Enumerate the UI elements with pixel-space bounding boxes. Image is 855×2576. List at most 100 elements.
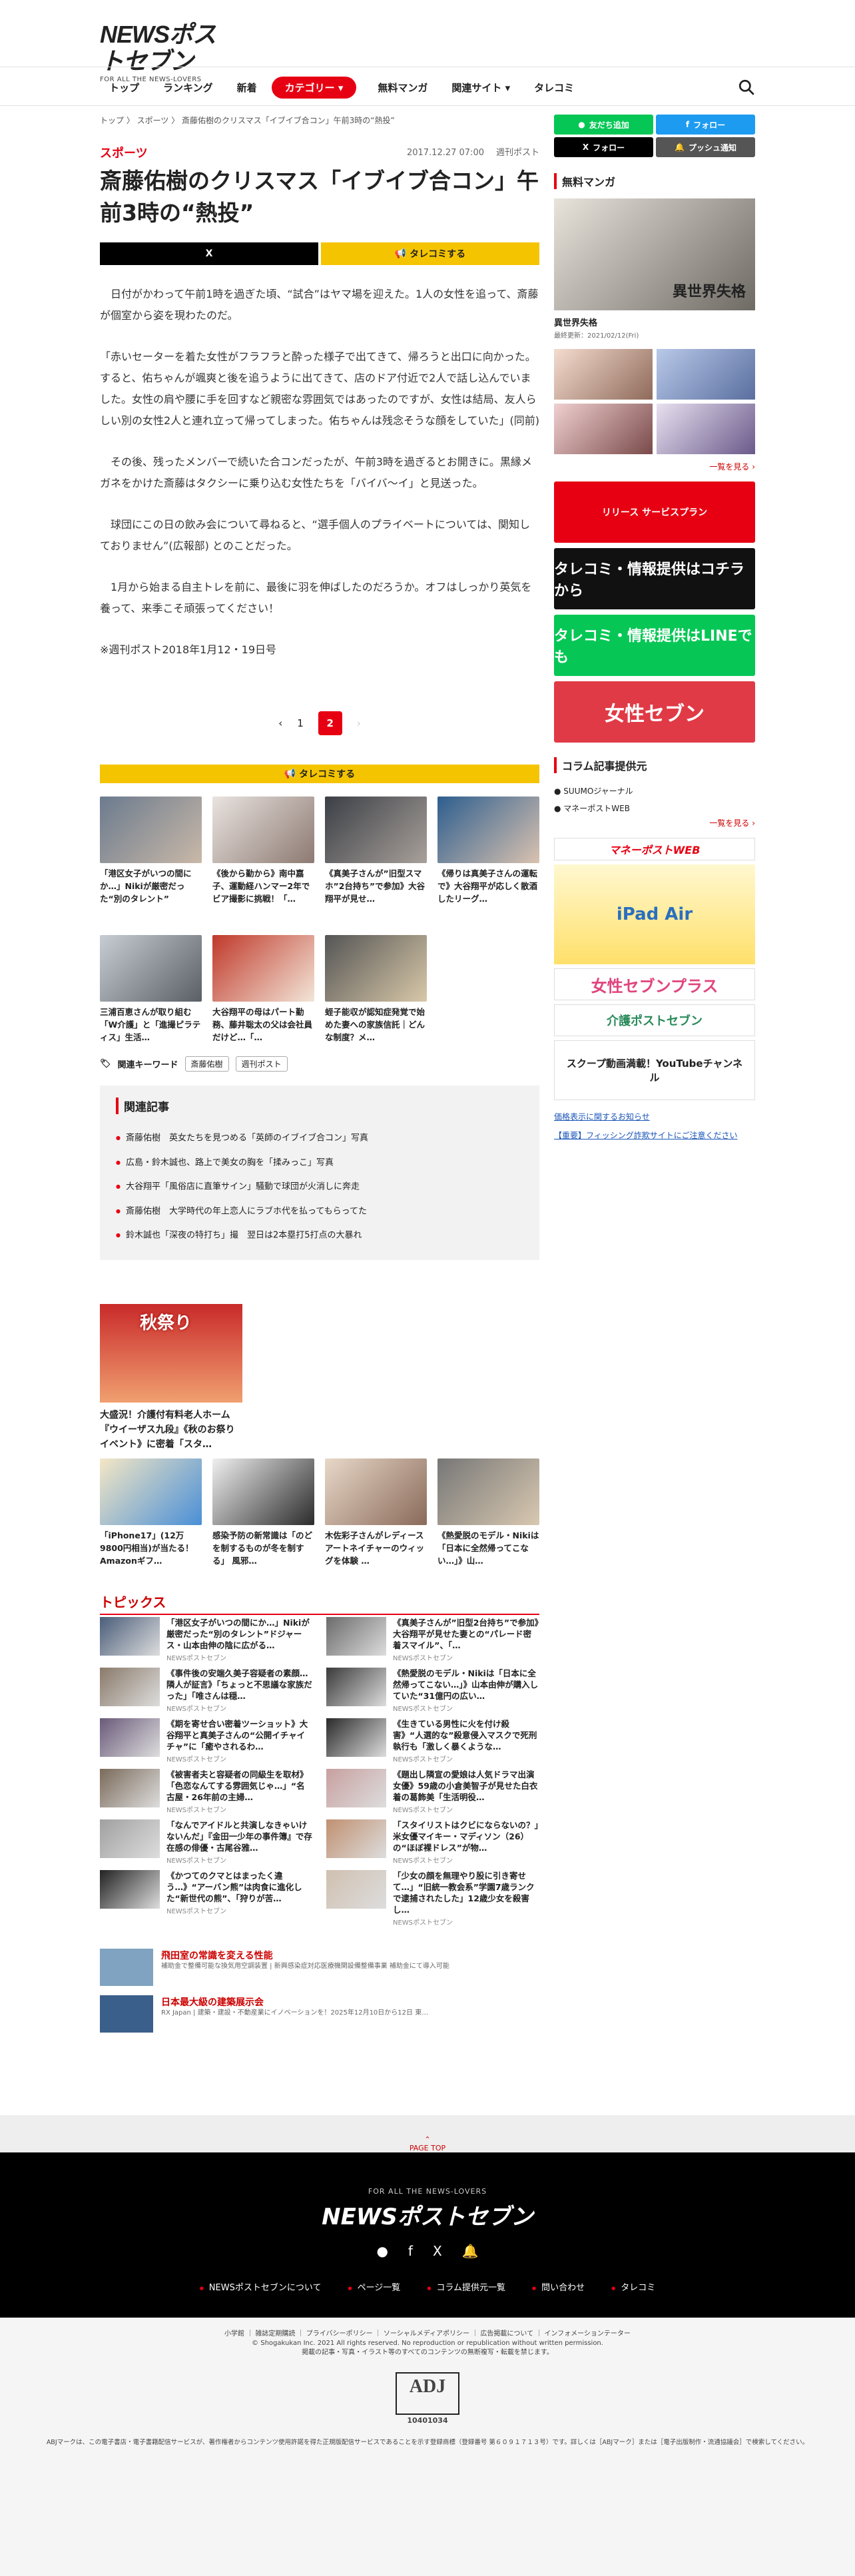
- topic-item[interactable]: 《生きている男性に火を付け殺害》“人選的な”殺意侵入マスクで死刑執行も「激しく暴…: [326, 1718, 539, 1764]
- x-follow-button[interactable]: X フォロー: [554, 137, 653, 157]
- recommended-card[interactable]: 《後から勤から》南中嘉子、運動経ハンマー2年でビア撮影に挑戦！「…: [212, 797, 314, 906]
- pager-next[interactable]: ›: [357, 717, 361, 729]
- nav-top[interactable]: トップ: [100, 81, 154, 95]
- nav-new[interactable]: 新着: [228, 81, 272, 95]
- topic-item[interactable]: 《題出し隣宣の愛娘は人気ドラマ出演女優》59歳の小倉美智子が見せた白衣着の葛飾美…: [326, 1769, 539, 1814]
- ad-card[interactable]: 木佐彩子さんがレディースアートネイチャーのウィッグを体験 …: [325, 1458, 427, 1568]
- facebook-icon[interactable]: f: [408, 2243, 413, 2259]
- line-icon[interactable]: ●: [376, 2243, 388, 2259]
- card-caption: 《帰りは真美子さんの運転で》大谷翔平が応しく散酒したリーグ…: [437, 868, 538, 904]
- line-tarekomi-banner[interactable]: タレコミ・情報提供はLINEでも: [554, 615, 755, 676]
- footer-logo[interactable]: NEWSポストセブン: [0, 2198, 855, 2231]
- topic-image: [100, 1870, 160, 1909]
- tarekomi-button-bottom[interactable]: 📢 タレコミする: [100, 765, 539, 783]
- manga-thumb[interactable]: [657, 404, 755, 454]
- manga-thumb[interactable]: [554, 404, 653, 454]
- column-item[interactable]: ● SUUMOジャーナル: [554, 783, 755, 800]
- service-plan-banner[interactable]: リリース サービスプラン: [554, 482, 755, 543]
- column-item[interactable]: ● マネーポストWEB: [554, 800, 755, 817]
- related-item[interactable]: 大谷翔平「風俗店に直筆サイン」騒動で球団が火消しに奔走: [116, 1175, 523, 1199]
- kaigo-banner[interactable]: 介護ポストセブン: [554, 1004, 755, 1036]
- ad-grid: 「iPhone17」(12万9800円相当)が当たる！Amazonギフ… 感染予…: [100, 1458, 539, 1568]
- price-notice-link[interactable]: 価格表示に関するお知らせ: [554, 1111, 755, 1122]
- nav-category[interactable]: カテゴリー ▾: [271, 76, 357, 99]
- push-button[interactable]: 🔔 プッシュ通知: [656, 137, 755, 157]
- caret-up-icon: ⌃: [424, 2135, 431, 2144]
- tarekomi-banner[interactable]: タレコミ・情報提供はコチラから: [554, 548, 755, 609]
- promo-card[interactable]: 秋祭り 大盛況！介護付有料老人ホーム『ウイーザス九段』《秋のお祭りイベント》に密…: [100, 1304, 242, 1452]
- share-x-button[interactable]: X: [100, 242, 318, 265]
- footer-link[interactable]: NEWSポストセブンについて: [200, 2280, 322, 2293]
- article-category[interactable]: スポーツ: [100, 144, 148, 161]
- topic-title: 「少女の顔を無理やり股に引き寄せて…」“旧統一教会系”学園7歳ランクで逮捕された…: [393, 1871, 535, 1915]
- pager-prev[interactable]: ‹: [278, 717, 282, 729]
- facebook-follow-button[interactable]: f フォロー: [656, 115, 755, 135]
- josei-seven-banner[interactable]: 女性セブン: [554, 681, 755, 743]
- topic-item[interactable]: 「なんでアイドルと共演しなきゃいけないんだ」『金田一少年の事件簿』で存在感の俳優…: [100, 1819, 313, 1865]
- site-logo[interactable]: NEWSポストセブン FOR ALL THE NEWS-LOVERS: [100, 21, 226, 84]
- recommended-card[interactable]: 《帰りは真美子さんの運転で》大谷翔平が応しく散酒したリーグ…: [437, 797, 539, 906]
- footer-small-links[interactable]: 小学館 ｜ 雑誌定期購読 ｜ プライバシーポリシー ｜ ソーシャルメディアポリシ…: [0, 2330, 855, 2339]
- topic-item[interactable]: 《期を寄せ合い密着ツーショット》大谷翔平と真美子さんの“公開イチャイチャ”に「癒…: [100, 1718, 313, 1764]
- topic-source: NEWSポストセブン: [393, 1655, 453, 1662]
- topic-item[interactable]: 「港区女子がいつの間にか…」Nikiが厳密だった“別のタレント”ドジャース・山本…: [100, 1617, 313, 1662]
- column-more-link[interactable]: 一覧を見る ›: [554, 817, 755, 828]
- footer-link[interactable]: コラム提供元一覧: [427, 2280, 505, 2293]
- topic-item[interactable]: 《事件後の安端久美子容疑者の素顔…隣人が証言》「ちょっと不思議な家族だった」「唯…: [100, 1668, 313, 1713]
- related-item[interactable]: 斎藤佑樹 大学時代の年上恋人にラブホ代を払ってもらってた: [116, 1199, 523, 1224]
- manga-more-link[interactable]: 一覧を見る ›: [554, 461, 755, 472]
- topic-item[interactable]: 《かつてのクマとはまったく違う…》“アーバン熊”は肉食に進化した“新世代の熊”、…: [100, 1870, 313, 1915]
- topic-item[interactable]: 《被害者夫と容疑者の同級生を取材》「色恋なんてする雰囲気じゃ…」“名古屋・26年…: [100, 1769, 313, 1814]
- phishing-notice-link[interactable]: 【重要】フィッシング詐欺サイトにご注意ください: [554, 1130, 755, 1141]
- line-follow-button[interactable]: ● 友だち追加: [554, 115, 653, 135]
- search-icon[interactable]: [738, 79, 755, 96]
- nav-related-sites[interactable]: 関連サイト ▾: [442, 81, 525, 95]
- breadcrumb[interactable]: トップ 〉 スポーツ 〉 斎藤佑樹のクリスマス「イブイブ合コン」午前3時の“熱投…: [100, 115, 395, 126]
- column-item-label: マネーポストWEB: [563, 804, 630, 813]
- ad-card[interactable]: 「iPhone17」(12万9800円相当)が当たる！Amazonギフ…: [100, 1458, 202, 1568]
- josei-plus-banner[interactable]: 女性セブンプラス: [554, 968, 755, 1000]
- facebook-icon: f: [685, 120, 690, 129]
- moneypost-banner[interactable]: マネーポストWEB: [554, 838, 755, 860]
- ipad-campaign-banner[interactable]: iPad Air: [554, 864, 755, 964]
- recommended-card[interactable]: 大谷翔平の母はパート勤務、藤井聡太の父は会社員だけど…「…: [212, 935, 314, 1044]
- keywords-label: 関連キーワード: [117, 1060, 178, 1070]
- ad-row[interactable]: 日本最大級の建築展示会 RX Japan | 建築・建設・不動産業にイノベーション…: [100, 1995, 539, 2033]
- pager-page-1[interactable]: 1: [297, 717, 304, 729]
- nav-ranking[interactable]: ランキング: [154, 81, 228, 95]
- recommended-card[interactable]: 蛭子能収が認知症発覚で始めた妻への家族信託｜どんな制度？メ…: [325, 935, 427, 1044]
- topic-item[interactable]: 「スタイリストはクビにならないの？」米女優マイキー・マディソン（26）の“ほぼ裸…: [326, 1819, 539, 1865]
- page-top-label: PAGE TOP: [409, 2144, 446, 2152]
- topic-item[interactable]: 《真美子さんが”旧型2台持ち”で参加》大谷翔平が見せた妻との“パレード密着スマイ…: [326, 1617, 539, 1662]
- related-item[interactable]: 広島・鈴木誠也、路上で美女の胸を「揉みっこ」写真: [116, 1151, 523, 1175]
- topic-item[interactable]: 「少女の顔を無理やり股に引き寄せて…」“旧統一教会系”学園7歳ランクで逮捕された…: [326, 1870, 539, 1927]
- page-top-link[interactable]: ⌃ PAGE TOP: [0, 2115, 855, 2152]
- article-source[interactable]: 週刊ポスト: [496, 148, 539, 158]
- related-item[interactable]: 斎藤佑樹 英女たちを見つめる「英師のイブイブ合コン」写真: [116, 1126, 523, 1151]
- recommended-card[interactable]: 《真美子さんが”旧型スマホ”2台持ち”で参加》大谷翔平が見せ…: [325, 797, 427, 906]
- service-plan-label: リリース サービスプラン: [601, 507, 708, 518]
- pager-page-2[interactable]: 2: [318, 711, 342, 735]
- keyword-tag[interactable]: 週刊ポスト: [235, 1056, 288, 1072]
- manga-main-image[interactable]: 異世界失格: [554, 198, 755, 310]
- manga-thumb[interactable]: [554, 349, 653, 400]
- x-icon[interactable]: X: [433, 2243, 442, 2259]
- youtube-banner[interactable]: スクープ動画満載！YouTubeチャンネル: [554, 1040, 755, 1100]
- tarekomi-button[interactable]: 📢 タレコミする: [321, 242, 539, 265]
- ad-card[interactable]: 感染予防の新常識は「のどを制するものが冬を制する」 風邪…: [212, 1458, 314, 1568]
- manga-thumb[interactable]: [657, 349, 755, 400]
- related-item[interactable]: 鈴木誠也「深夜の特打ち」撮 翌日は2本塁打5打点の大暴れ: [116, 1223, 523, 1248]
- footer-link[interactable]: タレコミ: [611, 2280, 655, 2293]
- ad-row[interactable]: 飛田室の常識を変える性能 補助金で整備可能な換気用空調装置 | 新興感染症対応医療…: [100, 1949, 539, 1986]
- nav-free-manga[interactable]: 無料マンガ: [368, 81, 442, 95]
- ad-card[interactable]: 《熱愛脱のモデル・Nikiは「日本に全然帰ってこない…」》山…: [437, 1458, 539, 1568]
- nav-tarekomi[interactable]: タレコミ: [525, 81, 589, 95]
- bell-icon[interactable]: 🔔: [462, 2243, 479, 2259]
- recommended-card[interactable]: 「港区女子がいつの間にか…」Nikiが厳密だった“別のタレント”: [100, 797, 202, 906]
- footer-link[interactable]: ページ一覧: [348, 2280, 401, 2293]
- topic-item[interactable]: 《熱愛脱のモデル・Nikiは「日本に全然帰ってこない…」》山本由伸が購入していた…: [326, 1668, 539, 1713]
- recommended-card[interactable]: 三浦百恵さんが取り組む「W介護」と「進撮ピラティス」生活…: [100, 935, 202, 1044]
- keyword-tag[interactable]: 斎藤佑樹: [184, 1056, 229, 1072]
- footer-link[interactable]: 問い合わせ: [532, 2280, 585, 2293]
- manga-title[interactable]: 異世界失格: [554, 316, 755, 328]
